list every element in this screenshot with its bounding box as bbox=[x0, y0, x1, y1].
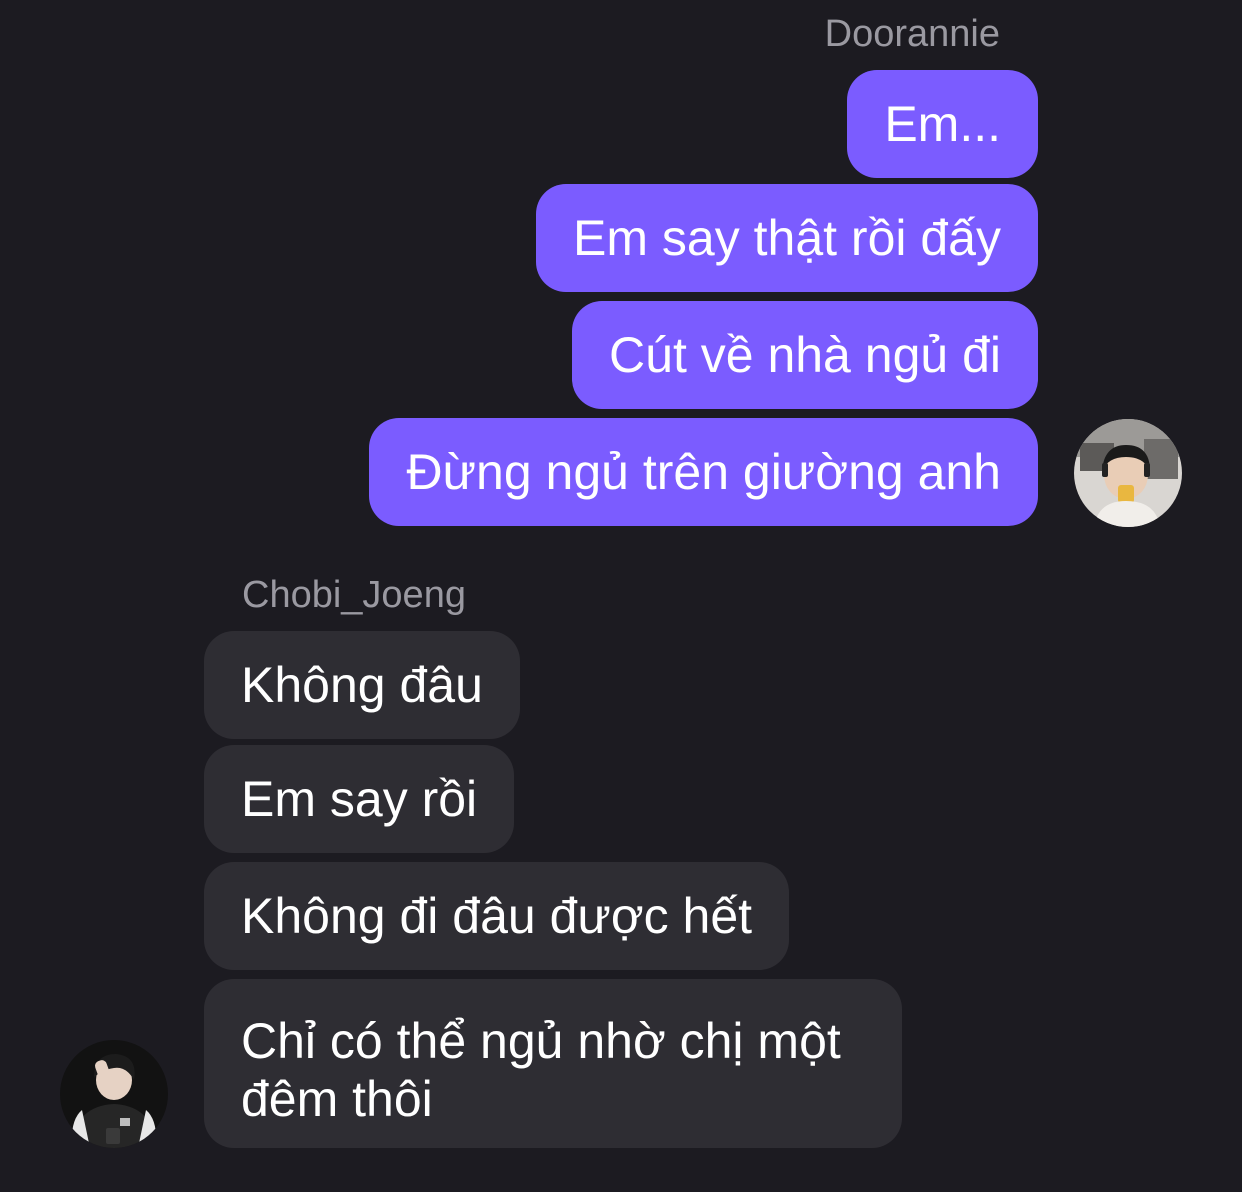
user-avatar-icon bbox=[1074, 419, 1182, 527]
user-avatar-icon bbox=[60, 1040, 168, 1148]
avatar-doorannie[interactable] bbox=[1074, 419, 1182, 527]
message-bubble-outgoing[interactable]: Đừng ngủ trên giường anh bbox=[369, 418, 1038, 526]
message-bubble-incoming[interactable]: Em say rồi bbox=[204, 745, 515, 853]
message-bubble-incoming[interactable]: Không đâu bbox=[204, 631, 520, 739]
sender-name-chobi-joeng: Chobi_Joeng bbox=[242, 574, 466, 616]
message-bubble-outgoing[interactable]: Em... bbox=[847, 70, 1038, 178]
sender-name-doorannie: Doorannie bbox=[824, 13, 1000, 55]
message-bubble-incoming[interactable]: Không đi đâu được hết bbox=[204, 862, 790, 970]
message-bubble-outgoing[interactable]: Em say thật rồi đấy bbox=[536, 184, 1038, 292]
message-bubble-incoming[interactable]: Chỉ có thể ngủ nhờ chị một đêm thôi bbox=[204, 979, 902, 1148]
message-bubble-outgoing[interactable]: Cút về nhà ngủ đi bbox=[572, 301, 1038, 409]
avatar-chobi-joeng[interactable] bbox=[60, 1040, 168, 1148]
